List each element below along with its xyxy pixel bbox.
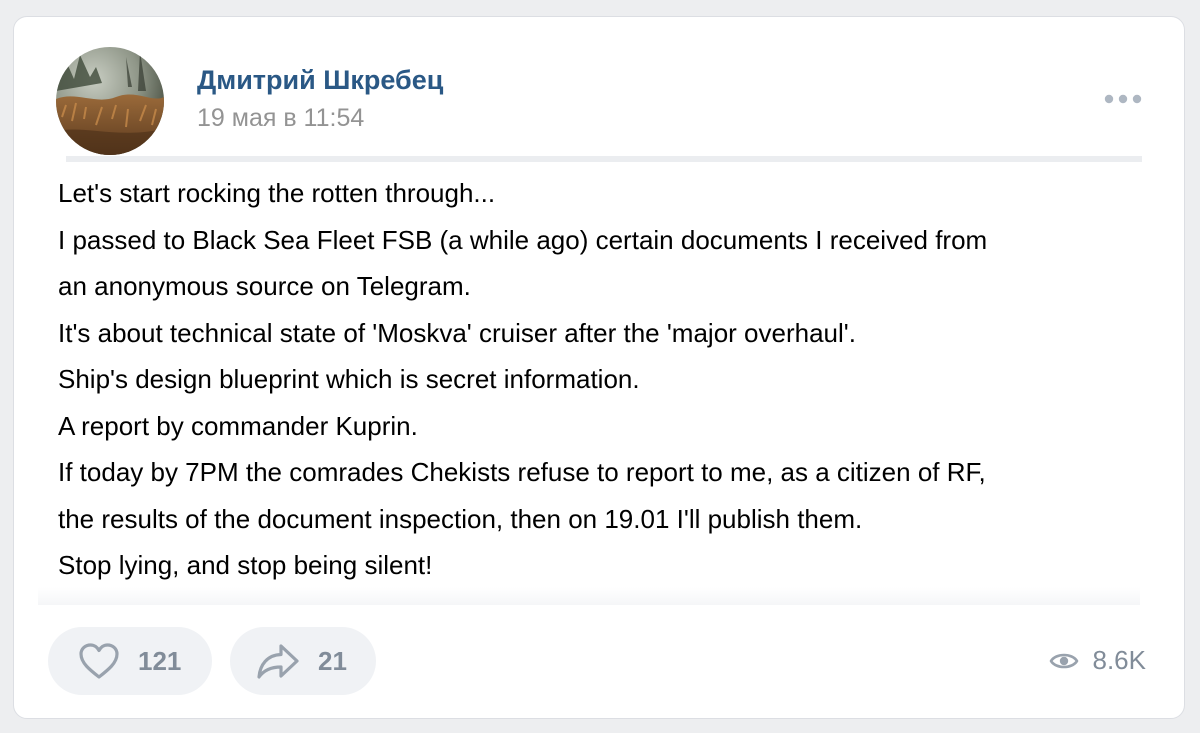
text-fade-divider — [38, 587, 1140, 605]
post-text-line: Ship's design blueprint which is secret … — [58, 364, 640, 394]
views-counter: 8.6K — [1049, 645, 1147, 676]
post-text-line: the results of the document inspection, … — [58, 503, 863, 534]
post-text-line: I passed to Black Sea Fleet FSB (a while… — [58, 224, 988, 255]
post-text-line: A report by commander Kuprin. — [58, 410, 418, 441]
post-text-line: an anonymous source on Telegram. — [58, 271, 471, 301]
like-button[interactable]: 121 — [48, 627, 212, 695]
like-count: 121 — [138, 645, 182, 676]
post-text-line: If today by 7PM the comrades Chekists re… — [58, 457, 986, 487]
heart-icon — [78, 642, 120, 680]
share-button[interactable]: 21 — [230, 627, 376, 695]
author-name-link[interactable]: Дмитрий Шкребец — [197, 65, 443, 96]
post-text-line: Stop lying, and stop being silent! — [58, 550, 433, 580]
post-text-line: It's about technical state of 'Moskva' c… — [58, 317, 856, 348]
more-dots-icon[interactable] — [1102, 87, 1144, 111]
eye-icon — [1049, 651, 1079, 671]
post-text: Let's start rocking the rotten through..… — [58, 170, 1148, 589]
post-text-line: Let's start rocking the rotten through..… — [58, 178, 496, 208]
post-card: Дмитрий Шкребец 19 мая в 11:54 Let's sta… — [13, 16, 1185, 719]
share-count: 21 — [318, 645, 347, 676]
header-divider — [66, 156, 1142, 162]
avatar[interactable] — [56, 47, 164, 155]
post-date[interactable]: 19 мая в 11:54 — [197, 104, 364, 133]
share-arrow-icon — [256, 642, 300, 680]
views-count: 8.6K — [1092, 645, 1147, 675]
